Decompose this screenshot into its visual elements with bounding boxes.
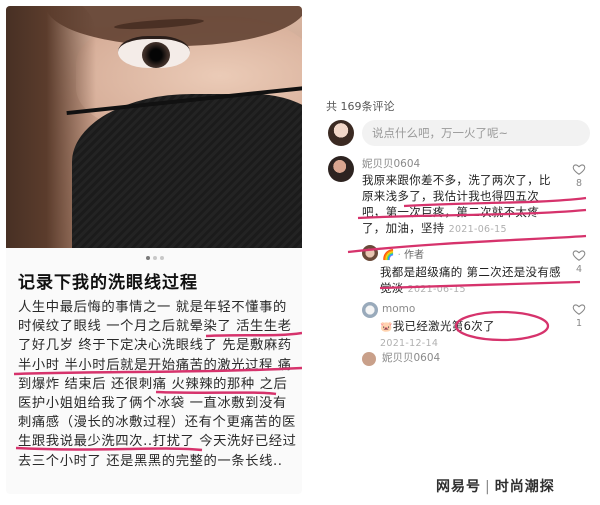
author-separator: · [397,250,401,261]
source-watermark: 网易号 | 时尚潮探 [436,476,555,496]
commenter-name[interactable]: 妮贝贝0604 [362,156,420,171]
reply-date: 2021-06-15 [407,284,466,295]
carousel-dot[interactable] [160,256,164,260]
commenter-avatar[interactable] [328,156,354,182]
watermark-brand: 网易号 [436,479,481,495]
post-card: 记录下我的洗眼线过程 人生中最后悔的事情之一 就是年轻不懂事的时候纹了眼线 一个… [6,6,302,494]
reply-text: 我都是超级痛的 第二次还是没有感觉淡 2021-06-15 [380,264,570,298]
author-avatar[interactable] [362,245,378,261]
comment-count: 共 169条评论 [326,100,395,113]
like-heart-icon[interactable] [572,302,586,316]
rainbow-icon: 🌈 [382,250,395,261]
comments-panel: 共 169条评论 说点什么吧，万一火了呢~ 妮贝贝0604 我原来跟你差不多，洗… [318,90,594,366]
comment-date: 2021-06-15 [448,224,507,235]
next-commenter-avatar[interactable] [362,352,376,366]
like-count: 1 [575,318,583,329]
photo-iris [142,42,170,68]
reply-date: 2021-12-14 [380,338,439,349]
watermark-separator: | [485,479,491,495]
post-photo[interactable] [6,6,302,248]
author-name: 作者 [404,250,425,261]
post-body: 人生中最后悔的事情之一 就是年轻不懂事的时候纹了眼线 一个月之后就晕染了 活生生… [18,300,297,469]
author-badge: 🌈 · 作者 [382,246,424,261]
photo-face-mask [72,94,302,248]
like-heart-icon[interactable] [572,162,586,176]
carousel-dot-active[interactable] [146,256,150,260]
comment-input[interactable]: 说点什么吧，万一火了呢~ [362,120,590,146]
my-avatar [328,120,354,146]
watermark-channel: 时尚潮探 [494,479,555,495]
pig-icon: 🐷 [380,322,393,333]
like-count: 8 [575,178,583,189]
post-title: 记录下我的洗眼线过程 [18,273,198,293]
photo-eye [118,36,190,68]
comment-text: 我原来跟你差不多，洗了两次了，比原来浅多了，我估计我也得四五次吧，第一次巨疼，第… [362,172,562,238]
carousel-dot[interactable] [153,256,157,260]
like-count: 4 [575,264,583,275]
reply-body: 我已经激光第6次了 [392,319,495,333]
reply-user-name[interactable]: momo [382,303,415,315]
like-heart-icon[interactable] [572,248,586,262]
next-commenter-name[interactable]: 妮贝贝0604 [382,350,440,365]
momo-avatar[interactable] [362,302,378,318]
carousel-dots[interactable] [146,256,164,260]
